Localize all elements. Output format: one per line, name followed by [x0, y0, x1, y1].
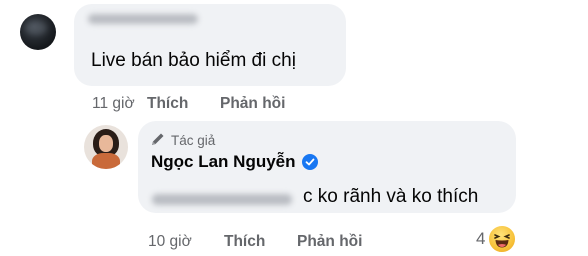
verified-badge-icon	[301, 154, 318, 170]
comment-reply-button[interactable]: Phản hồi	[220, 95, 285, 113]
author-badge-label: Tác giả	[171, 133, 216, 148]
comment-bubble: Live bán bảo hiểm đi chị	[74, 4, 346, 86]
commenter-avatar[interactable]	[20, 14, 56, 50]
reply-author-name[interactable]: Ngọc Lan Nguyễn	[151, 152, 318, 172]
blurred-mention[interactable]	[152, 194, 292, 205]
reply-actions: 10 giờ Thích Phản hồi	[148, 233, 362, 251]
comment-time[interactable]: 11 giờ	[92, 95, 147, 113]
reaction-summary[interactable]: 4	[476, 224, 518, 254]
author-badge: Tác giả	[150, 131, 215, 150]
comment-actions: 11 giờ Thích Phản hồi	[92, 95, 285, 113]
reply-reply-button[interactable]: Phản hồi	[297, 233, 362, 251]
reply-like-button[interactable]: Thích	[224, 233, 297, 251]
reply-text: c ko rãnh và ko thích	[303, 186, 479, 207]
blurred-commenter-name[interactable]	[88, 14, 198, 24]
comment-text: Live bán bảo hiểm đi chị	[91, 50, 296, 71]
reply-author-name-text[interactable]: Ngọc Lan Nguyễn	[151, 152, 296, 172]
haha-icon	[487, 224, 518, 254]
reply-time[interactable]: 10 giờ	[148, 233, 224, 251]
pen-icon	[150, 131, 166, 150]
comment-like-button[interactable]: Thích	[147, 95, 220, 113]
reaction-count: 4	[476, 229, 486, 248]
author-avatar[interactable]	[84, 125, 128, 169]
